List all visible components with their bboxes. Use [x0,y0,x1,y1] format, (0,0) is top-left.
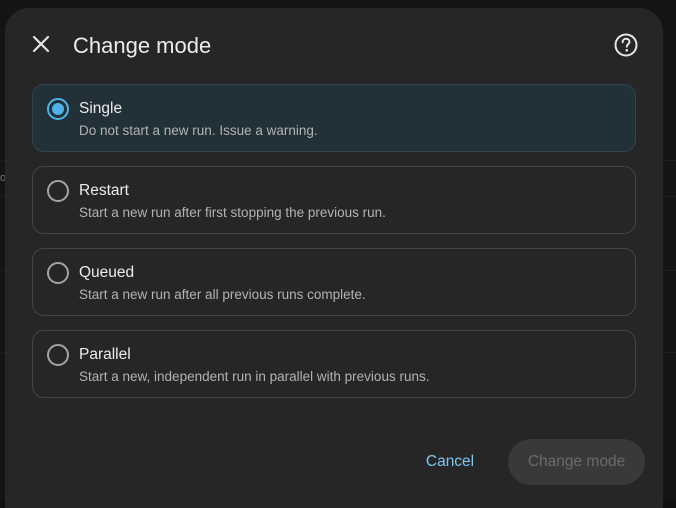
dialog-title: Change mode [73,33,212,58]
mode-option-restart[interactable]: Restart Start a new run after first stop… [32,166,636,234]
option-label: Parallel [79,346,131,363]
radio-button[interactable] [47,262,69,284]
option-label: Restart [79,182,129,199]
mode-option-parallel[interactable]: Parallel Start a new, independent run in… [32,330,636,398]
help-circle-icon [614,33,638,57]
close-icon [32,35,50,53]
change-mode-dialog: Change mode Single Do not start a new ru… [5,8,663,508]
close-button[interactable] [23,26,59,62]
option-description: Start a new run after first stopping the… [79,205,386,220]
mode-option-queued[interactable]: Queued Start a new run after all previou… [32,248,636,316]
change-mode-button[interactable]: Change mode [508,439,645,485]
cancel-button[interactable]: Cancel [410,440,490,484]
radio-button[interactable] [47,180,69,202]
option-description: Start a new, independent run in parallel… [79,369,430,384]
option-label: Single [79,100,123,117]
option-label: Queued [79,264,135,281]
radio-button[interactable] [47,344,69,366]
radio-button-selected[interactable] [47,98,69,120]
option-description: Do not start a new run. Issue a warning. [79,123,318,138]
mode-option-single[interactable]: Single Do not start a new run. Issue a w… [32,84,636,152]
option-description: Start a new run after all previous runs … [79,287,366,302]
help-button[interactable] [608,27,644,63]
